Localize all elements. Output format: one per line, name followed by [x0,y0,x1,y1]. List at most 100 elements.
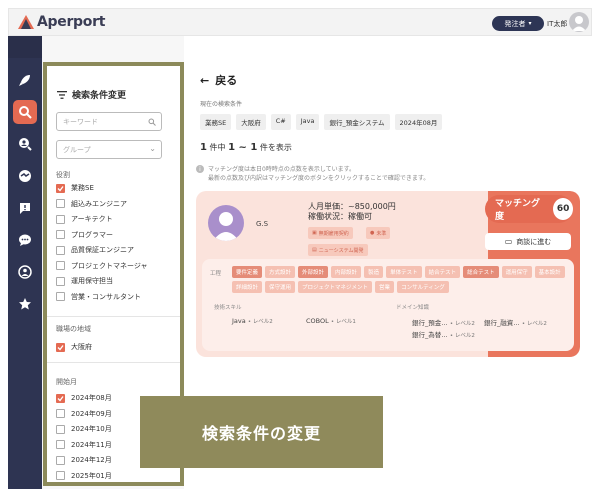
match-score-button[interactable]: マッチング度 60 [485,195,573,223]
checkbox-label: 組込みエンジニア [71,199,127,208]
skill-item: Java • レベル2 [232,317,273,325]
notice-line1: マッチング度は本日0時時点の点数を表示しています。 [208,166,356,173]
checkbox-checked[interactable] [56,393,65,403]
group-select[interactable]: グループ ⌄ [56,140,162,159]
skill-name: COBOL [306,317,329,325]
chat-icon[interactable] [13,228,37,252]
filter-title-text: 検索条件変更 [72,91,127,101]
contract-tag-text: 無期雇用契約 [318,230,349,237]
process-tag: 単体テスト [386,266,422,278]
notice: i マッチング度は本日0時時点の点数を表示しています。 最新の点数及び内訳はマッ… [196,165,429,183]
checkbox-label: アーキテクト [71,215,113,223]
process-tag: コンサルティング [397,281,449,293]
logo[interactable]: Aperport [17,14,105,30]
card-details: 工程 要件定義 方式設計 外部設計 内部設計 製造 単体テスト 結合テスト 総合テスト 運用保守… [202,259,574,351]
process-tag: 営業 [375,281,395,293]
checkbox-row[interactable]: 2025年01月 [56,471,112,481]
location-pin-icon: ● [370,230,375,236]
back-button[interactable]: ← 戻る [200,72,237,88]
avatar[interactable] [569,12,589,32]
checkbox[interactable] [56,455,65,465]
checkbox[interactable] [56,261,65,270]
domain-name: 銀行_融資… [484,319,520,327]
team-icon[interactable] [13,260,37,284]
check-icon [57,395,64,401]
star-icon[interactable] [13,292,37,316]
rocket-icon[interactable] [13,68,37,92]
checkbox-checked[interactable] [56,342,65,352]
checkbox[interactable] [56,440,65,449]
process-tag: 内部設計 [331,266,362,278]
checkbox-row[interactable]: 2024年09月 [56,409,112,419]
chevron-down-icon: ⌄ [149,144,156,153]
location-tag: ● 未準 [366,227,391,239]
checkbox-row[interactable]: 品質保証エンジニア [56,245,134,255]
checkbox[interactable] [56,409,65,418]
checkbox-row[interactable]: 2024年11月 [56,440,112,450]
domain-level: • レベル2 [449,321,475,327]
process-tag: 結合テスト [424,266,461,278]
checkbox[interactable] [56,245,65,255]
chat-alert-icon[interactable] [13,196,37,220]
role-section-label: 役割 [56,171,70,179]
checkbox[interactable] [56,230,65,239]
meeting-button[interactable]: ▭ 商談に進む [485,233,571,250]
meeting-label: 商談に進む [516,237,552,246]
checkbox-label: 2025年01月 [71,471,112,480]
checkbox[interactable] [56,471,65,480]
checkbox-row[interactable]: 営業・コンサルタント [56,292,141,302]
result-total: 1 [200,142,207,153]
checkbox-row[interactable]: 2024年08月 [56,393,112,403]
process-tag: 製造 [364,266,384,278]
checkbox-checked[interactable] [56,183,65,193]
engineer-name: G.S [256,220,269,228]
checkbox-row[interactable]: 2024年10月 [56,424,112,434]
checkbox-row[interactable]: 運用保守担当 [56,276,113,286]
work-status: 稼働状況：稼働可 [308,212,372,221]
process-tags: 要件定義 方式設計 外部設計 内部設計 製造 単体テスト 結合テスト 総合テスト 運用保守 基本設… [232,266,567,293]
briefcase-icon: ▣ [312,230,317,236]
keyword-input[interactable]: キーワード [56,112,162,131]
checkbox[interactable] [56,276,65,286]
search-icon[interactable] [13,100,37,124]
engineer-card[interactable]: G.S 人月単価：~850,000円 稼働状況：稼働可 ▣ 無期雇用契約 ● 未準 … [196,191,580,357]
domain-item: 銀行_預金… • レベル2 [412,317,475,327]
domain-item: 銀行_融資… • レベル2 [484,317,547,327]
handshake-icon[interactable] [13,164,37,188]
back-label: 戻る [215,74,238,87]
condition-chip: 業務SE [200,114,232,130]
checkbox-row[interactable]: 大阪府 [56,342,92,352]
checkbox-row[interactable]: 2024年12月 [56,455,112,465]
checkbox-row[interactable]: 組込みエンジニア [56,199,127,209]
user-icon [572,16,586,31]
condition-chip: C# [270,114,291,130]
condition-chip: 銀行_預金システム [324,114,390,130]
notice-line2: 最新の点数及び内訳はマッチング度のボタンをクリックすることで確認できます。 [208,175,430,182]
checkbox-row[interactable]: プロジェクトマネージャ [56,261,148,271]
checkbox-row[interactable]: アーキテクト [56,214,113,224]
checkbox-label: 2024年08月 [71,394,112,402]
logo-icon [18,15,34,29]
divider [47,316,180,317]
checkbox[interactable] [56,292,65,301]
condition-chip: Java [295,114,320,130]
match-label: マッチング度 [495,199,541,222]
keyword-placeholder: キーワード [63,117,98,126]
checkbox[interactable] [56,199,65,208]
checkbox-row[interactable]: 業務SE [56,183,94,193]
role-dropdown[interactable]: 発注者 ▾ [492,16,544,31]
result-count-text: 件中 [209,143,226,152]
checkbox-label: プログラマー [71,230,113,239]
checkbox-label: 2024年09月 [71,409,112,418]
checkbox[interactable] [56,214,65,224]
skill-level: • レベル2 [247,319,273,325]
condition-chips: 業務SE 大阪府 C# Java 銀行_預金システム 2024年08月 [200,114,443,130]
skill-label: 技術スキル [214,305,242,311]
magnify-user-icon[interactable] [13,132,37,156]
checkbox-row[interactable]: プログラマー [56,230,113,240]
checkbox[interactable] [56,424,65,434]
result-range: 1 ~ 1 [228,142,258,153]
skill-item: COBOL • レベル1 [306,317,356,325]
domain-label: ドメイン知識 [396,305,430,311]
result-count: 1 件中 1 ~ 1 件を表示 [200,142,292,153]
